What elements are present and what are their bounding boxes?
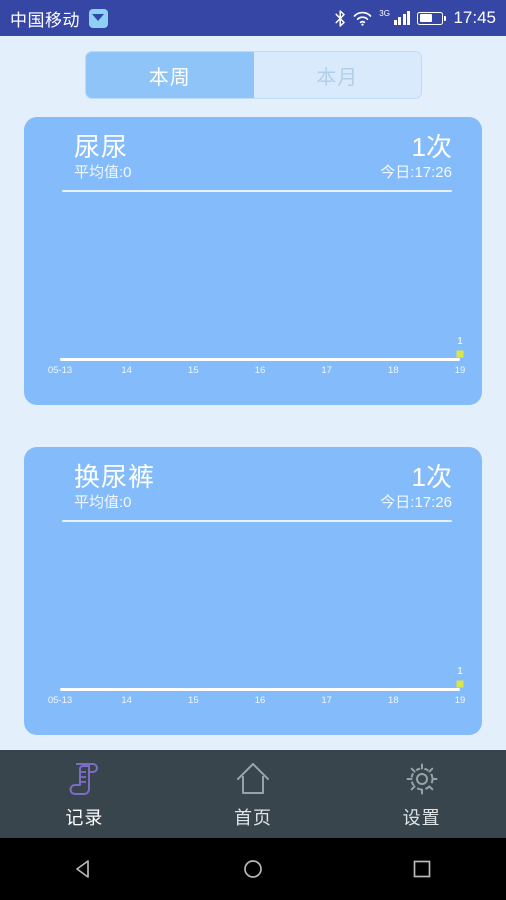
bluetooth-icon	[335, 9, 346, 27]
message-icon	[89, 8, 108, 28]
clock-label: 17:45	[453, 8, 496, 27]
status-icons: 3G 17:45	[335, 8, 496, 28]
chart-diaper: 05-13 14 15 16 17 18 19 1	[46, 521, 468, 721]
x-tick-label: 15	[188, 695, 199, 706]
battery-icon	[417, 11, 447, 25]
data-point	[456, 680, 464, 688]
x-tick-label: 19	[454, 365, 466, 376]
nav-label-home: 首页	[234, 807, 272, 828]
period-segmented-control[interactable]: 本周 本月	[85, 51, 422, 99]
chart-pee: 05-13 14 15 16 17 18 19 1	[46, 191, 468, 391]
system-back-button[interactable]	[0, 838, 169, 900]
x-tick-label: 17	[321, 695, 332, 706]
nav-label-settings: 设置	[402, 807, 441, 828]
tab-this-month[interactable]: 本月	[253, 52, 421, 98]
x-tick-label: 16	[254, 365, 266, 376]
android-system-bar	[0, 838, 506, 900]
x-axis-line	[60, 358, 460, 361]
x-tick-label: 15	[188, 365, 199, 376]
x-axis-ticks: 05-13 14 15 16 17 18 19	[48, 695, 465, 711]
card-count: 1次	[411, 132, 452, 162]
back-triangle-icon	[76, 860, 90, 878]
card-count: 1次	[411, 462, 452, 492]
card-today: 今日:17:26	[380, 164, 452, 181]
system-recents-button[interactable]	[337, 838, 506, 900]
data-point-label: 1	[457, 666, 463, 677]
card-title: 换尿裤	[74, 462, 156, 492]
status-bar: 中国移动 3G 17:45	[0, 0, 506, 36]
x-axis-ticks: 05-13 14 15 16 17 18 19	[48, 365, 465, 381]
card-header: 尿尿 平均值:0 1次 今日:17:26	[24, 117, 482, 192]
x-tick-label: 18	[388, 365, 399, 376]
phone-screen: 中国移动 3G 17:45 本周 本月 尿尿 平均值:0 1次 今日:17:26…	[0, 0, 506, 900]
home-circle-icon	[244, 860, 262, 878]
home-icon	[237, 762, 269, 794]
scroll-icon	[69, 762, 99, 795]
card-header: 换尿裤 平均值:0 1次 今日:17:26	[24, 447, 482, 522]
nav-item-settings[interactable]: 设置	[337, 750, 506, 838]
x-tick-label: 19	[454, 695, 466, 706]
card-title: 尿尿	[74, 132, 129, 162]
card-today: 今日:17:26	[380, 494, 452, 511]
tab-this-week[interactable]: 本周	[86, 52, 254, 98]
card-average: 平均值:0	[74, 164, 132, 181]
stat-card-diaper[interactable]: 换尿裤 平均值:0 1次 今日:17:26 05-13 14 15 16 17 18 19 …	[24, 447, 482, 735]
recents-square-icon	[413, 860, 431, 878]
nav-label-records: 记录	[65, 807, 104, 828]
x-tick-label: 05-13	[47, 695, 73, 706]
nav-item-records[interactable]: 记录	[0, 750, 169, 838]
signal-bars-icon	[393, 11, 411, 25]
x-tick-label: 14	[121, 695, 132, 706]
card-average: 平均值:0	[74, 494, 132, 511]
x-axis-line	[60, 688, 460, 691]
bottom-navigation: 记录 首页 设置	[0, 750, 506, 838]
x-tick-label: 16	[254, 695, 266, 706]
network-type-label: 3G	[379, 8, 390, 18]
stat-card-pee[interactable]: 尿尿 平均值:0 1次 今日:17:26 05-13 14 15 16 17 18 19 1	[24, 117, 482, 405]
nav-item-home[interactable]: 首页	[169, 750, 338, 838]
x-tick-label: 18	[388, 695, 399, 706]
carrier-label: 中国移动	[10, 10, 80, 30]
x-tick-label: 14	[121, 365, 132, 376]
wifi-icon	[353, 11, 372, 26]
x-tick-label: 05-13	[47, 365, 73, 376]
data-point-label: 1	[457, 336, 463, 347]
gear-icon	[406, 763, 438, 794]
system-home-button[interactable]	[169, 838, 338, 900]
x-tick-label: 17	[321, 365, 332, 376]
data-point	[456, 350, 464, 358]
